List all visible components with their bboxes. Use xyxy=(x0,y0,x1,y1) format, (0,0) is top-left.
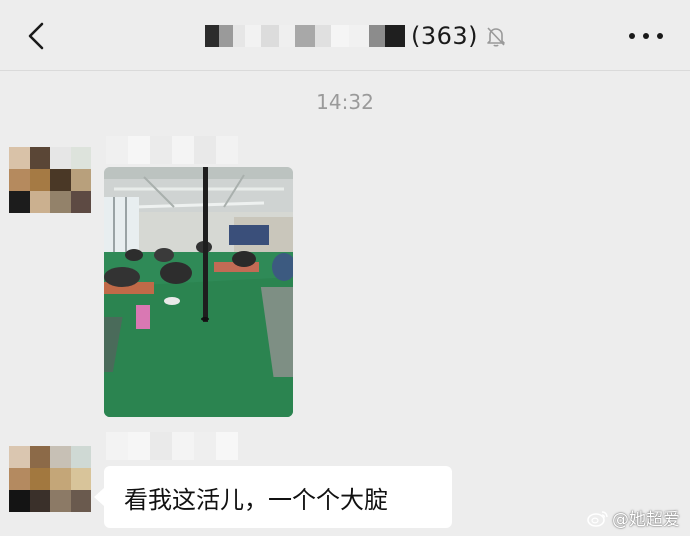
sender-name-blurred xyxy=(106,136,254,164)
more-dots-icon xyxy=(629,33,663,39)
yoga-class-photo xyxy=(104,167,293,417)
chat-title: (363) xyxy=(205,16,508,56)
text-message-bubble[interactable]: 看我这活儿，一个个大腚 xyxy=(94,466,452,528)
more-button[interactable] xyxy=(624,24,668,48)
watermark-text: @她超爱 xyxy=(612,510,680,530)
blurred-group-name xyxy=(205,25,405,47)
sender-name-blurred xyxy=(106,432,238,460)
weibo-icon xyxy=(587,510,608,527)
chevron-left-icon xyxy=(28,22,44,50)
watermark: @她超爱 xyxy=(587,505,680,530)
message-timestamp: 14:32 xyxy=(316,90,374,114)
chat-header: (363) xyxy=(0,0,690,71)
chat-image-message[interactable] xyxy=(104,167,293,417)
bell-muted-icon xyxy=(487,27,505,47)
member-count: (363) xyxy=(411,22,479,50)
avatar[interactable] xyxy=(9,147,91,213)
avatar[interactable] xyxy=(9,446,91,512)
back-button[interactable] xyxy=(18,18,54,54)
message-text: 看我这活儿，一个个大腚 xyxy=(124,486,388,514)
